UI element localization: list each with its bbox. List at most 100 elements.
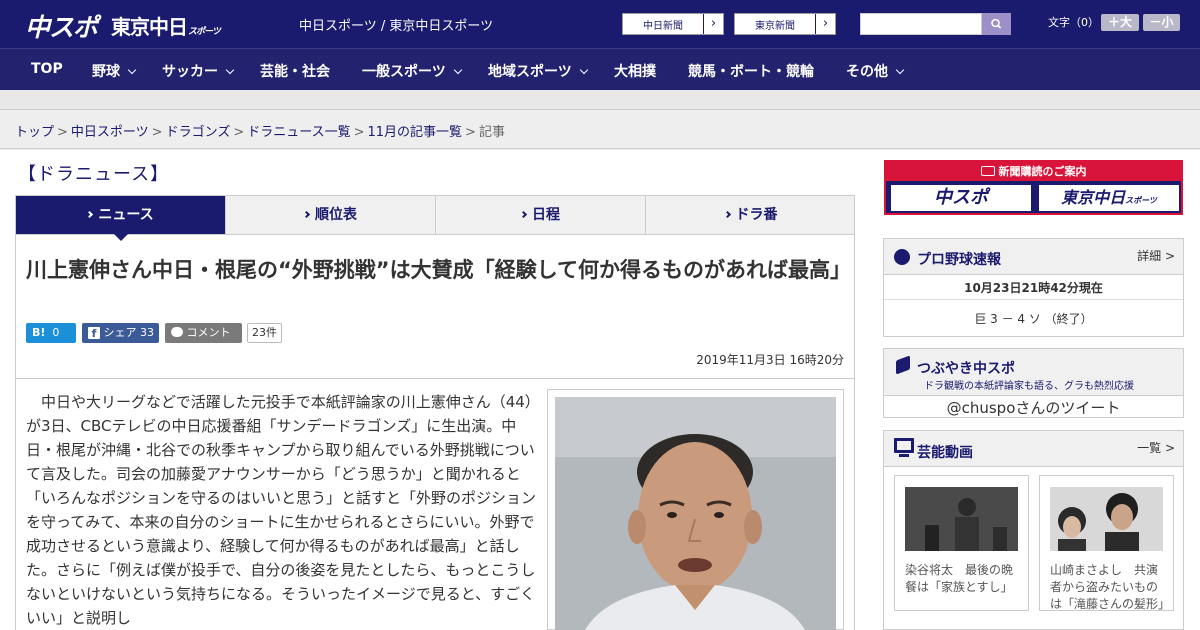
- video-thumbnail: [1050, 487, 1163, 551]
- tab-label: ニュース: [98, 207, 154, 223]
- tweets-box-subtitle: ドラ観戦の本紙評論家も語る、グラも熱烈応援: [924, 381, 1134, 392]
- breadcrumb-dora-news-list[interactable]: ドラニュース一覧: [247, 125, 350, 140]
- nav-item-racing[interactable]: 競馬・ボート・競輪: [688, 61, 814, 81]
- chevron-right-icon: [723, 210, 731, 219]
- tokyo-logo-main: 東京中日: [111, 15, 188, 39]
- chuspo-logo[interactable]: 中スポ: [25, 8, 98, 44]
- tokyo-chunichi-logo[interactable]: 東京中日スポーツ: [111, 11, 221, 40]
- video-item[interactable]: 山崎まさよし 共演者から盗みたいものは「滝藤さんの髪形」: [1039, 475, 1174, 611]
- chevron-right-icon: ›: [815, 14, 835, 34]
- baseball-score[interactable]: 巨 3 － 4 ソ （終了）: [884, 310, 1183, 327]
- tweets-box-title: つぶやき中スポ: [917, 361, 1015, 377]
- chuspo-subscribe-link[interactable]: 中スポ: [889, 183, 1033, 213]
- tokyo-shimbun-button[interactable]: 東京新聞 ›: [734, 13, 836, 35]
- tab-dora-ban[interactable]: ドラ番: [646, 196, 856, 234]
- baseball-detail-link[interactable]: 詳細 >: [1137, 247, 1175, 264]
- facebook-icon: f: [88, 327, 100, 340]
- nav-item-other[interactable]: その他: [846, 61, 905, 81]
- facebook-share-button[interactable]: f シェア 33: [82, 323, 159, 343]
- hatena-count: 0: [52, 326, 60, 339]
- search-input[interactable]: [860, 13, 982, 35]
- tab-schedule[interactable]: 日程: [436, 196, 646, 234]
- subscription-ad-title: 新聞購読のご案内: [886, 162, 1181, 181]
- tweets-box-header: つぶやき中スポ ドラ観戦の本紙評論家も語る、グラも熱烈応援: [884, 349, 1183, 396]
- chevron-down-icon: [895, 65, 905, 75]
- video-caption: 山崎まさよし 共演者から盗みたいものは「滝藤さんの髪形」: [1050, 563, 1171, 611]
- nav-label: サッカー: [162, 64, 218, 80]
- comment-icon: [171, 327, 183, 337]
- paper-button-label: 東京新聞: [755, 21, 795, 32]
- breadcrumb-top[interactable]: トップ: [15, 125, 54, 140]
- facebook-share-label: シェア: [103, 326, 137, 339]
- nav-item-baseball[interactable]: 野球: [92, 61, 137, 81]
- tab-news[interactable]: ニュース: [16, 196, 226, 241]
- nav-item-general-sports[interactable]: 一般スポーツ: [362, 61, 462, 81]
- monitor-icon: [894, 438, 914, 453]
- baseball-box-header: プロ野球速報 詳細 >: [884, 239, 1183, 275]
- breadcrumb-separator: >: [151, 125, 163, 140]
- chevron-right-icon: [86, 210, 94, 219]
- tab-label: 順位表: [315, 207, 357, 223]
- tokyo-chuspo-subscribe-link[interactable]: 東京中日スポーツ: [1037, 183, 1181, 213]
- tweets-box: つぶやき中スポ ドラ観戦の本紙評論家も語る、グラも熱烈応援 @chuspoさんの…: [883, 348, 1184, 418]
- search-button[interactable]: [982, 13, 1011, 35]
- font-smaller-button[interactable]: －小: [1143, 14, 1180, 31]
- ad-paper2-sub: スポーツ: [1125, 196, 1157, 205]
- breadcrumb-separator: >: [353, 125, 365, 140]
- nav-label: 地域スポーツ: [488, 64, 572, 80]
- nav-item-soccer[interactable]: サッカー: [162, 61, 235, 81]
- ad-title-text: 新聞購読のご案内: [998, 165, 1087, 178]
- chevron-down-icon: [453, 65, 462, 75]
- chuspo-tweets-link[interactable]: @chuspoさんのツイート: [884, 397, 1183, 418]
- person-photo-icon: [555, 397, 836, 630]
- tokyo-logo-sub: スポーツ: [188, 27, 221, 37]
- pro-baseball-box: プロ野球速報 詳細 > 10月23日21時42分現在 巨 3 － 4 ソ （終了…: [883, 238, 1184, 337]
- font-size-label: 文字（0）: [1048, 16, 1099, 29]
- breadcrumb-dragons[interactable]: ドラゴンズ: [166, 125, 231, 140]
- baseball-icon: [894, 249, 910, 265]
- video-box-title: 芸能動画: [917, 445, 973, 461]
- tab-standings[interactable]: 順位表: [226, 196, 436, 234]
- nav-label: 芸能・社会: [260, 64, 330, 80]
- tab-label: 日程: [532, 207, 560, 223]
- subscription-ad[interactable]: 新聞購読のご案内 中スポ 東京中日スポーツ: [884, 160, 1183, 215]
- breadcrumb-separator: >: [233, 125, 245, 140]
- article-headline: 川上憲伸さん中日・根尾の“外野挑戦”は大賛成「経験して何か得るものがあれば最高」: [26, 258, 851, 282]
- nav-label: 一般スポーツ: [362, 64, 446, 80]
- nav-item-sumo[interactable]: 大相撲: [614, 61, 656, 81]
- video-thumbnail: [905, 487, 1018, 551]
- article-text: 中日や大リーグなどで活躍した元投手で本紙評論家の川上憲伸さん（44）が3日、CB…: [26, 393, 537, 627]
- font-larger-button[interactable]: ＋大: [1101, 14, 1139, 31]
- video-list-link[interactable]: 一覧 >: [1137, 439, 1175, 456]
- nav-label: TOP: [31, 61, 63, 77]
- nav-label: その他: [846, 64, 888, 80]
- baseball-updated-time: 10月23日21時42分現在: [964, 281, 1103, 295]
- breadcrumb-november-list[interactable]: 11月の記事一覧: [368, 125, 463, 140]
- video-item[interactable]: 染谷将太 最後の晩餐は「家族とすし」: [894, 475, 1029, 611]
- chunichi-shimbun-button[interactable]: 中日新聞 ›: [622, 13, 724, 35]
- nav-item-local-sports[interactable]: 地域スポーツ: [488, 61, 588, 81]
- chevron-down-icon: [225, 65, 235, 75]
- chevron-right-icon: [302, 210, 311, 219]
- site-header: 中スポ 東京中日スポーツ 中日スポーツ / 東京中日スポーツ 中日新聞 › 東京…: [0, 0, 1200, 48]
- divider: [884, 299, 1183, 300]
- breadcrumb-chunichi-sports[interactable]: 中日スポーツ: [71, 125, 149, 140]
- chevron-down-icon: [579, 65, 588, 75]
- comment-label: コメント: [186, 326, 231, 339]
- article-photo[interactable]: [555, 397, 836, 630]
- tab-label: ドラ番: [735, 207, 778, 223]
- nav-item-entertainment[interactable]: 芸能・社会: [260, 61, 330, 81]
- main-nav: TOP 野球 サッカー 芸能・社会 一般スポーツ 地域スポーツ 大相撲 競馬・ボ…: [0, 48, 1200, 90]
- nav-label: 野球: [92, 64, 120, 80]
- hatena-bookmark-button[interactable]: B! 0: [26, 323, 76, 343]
- comment-count: 23件: [247, 323, 282, 343]
- comment-button[interactable]: コメント: [165, 323, 242, 343]
- newspaper-icon: [980, 166, 995, 176]
- chevron-down-icon: [127, 65, 137, 75]
- video-box-header: 芸能動画 一覧 >: [884, 431, 1183, 467]
- site-name-link[interactable]: 中日スポーツ / 東京中日スポーツ: [299, 15, 493, 34]
- hatena-icon: B!: [32, 326, 46, 339]
- video-caption: 染谷将太 最後の晩餐は「家族とすし」: [905, 563, 1014, 594]
- nav-item-top[interactable]: TOP: [31, 61, 63, 77]
- baseball-box-title: プロ野球速報: [917, 252, 1001, 268]
